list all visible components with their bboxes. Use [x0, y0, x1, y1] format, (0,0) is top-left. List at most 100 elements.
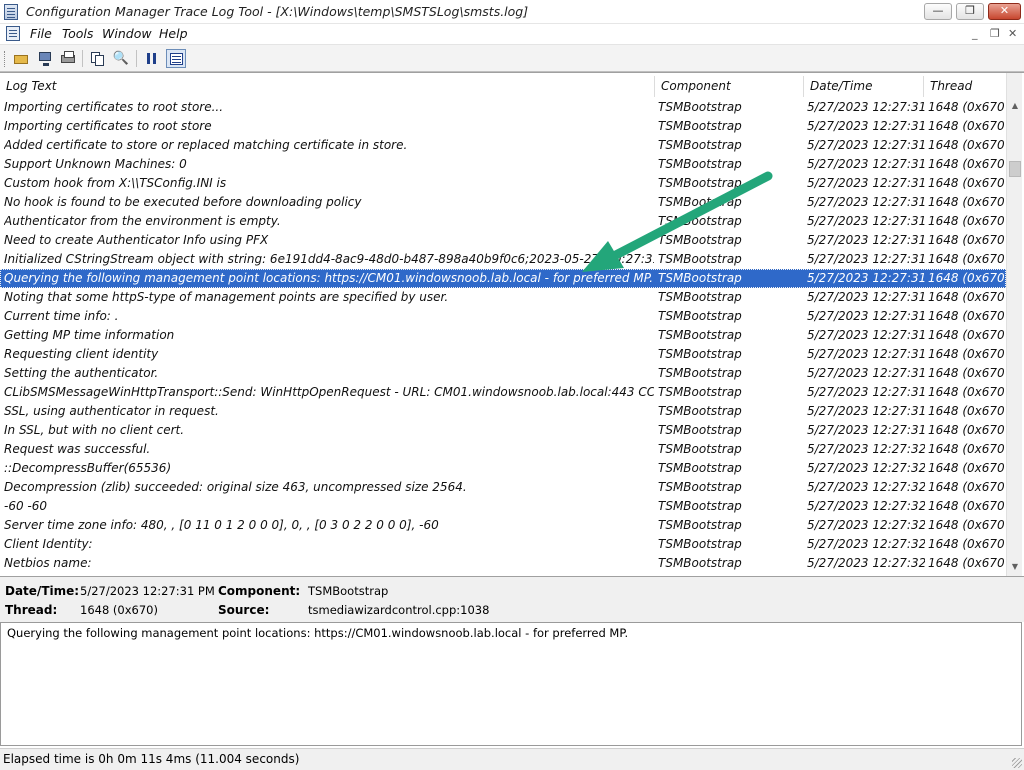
status-bar: Elapsed time is 0h 0m 11s 4ms (11.004 se… — [0, 748, 1024, 770]
detail-thread-label: Thread: — [5, 603, 58, 617]
thread-cell: 1648 (0x670) — [928, 138, 1004, 152]
menu-tools[interactable]: Tools — [62, 26, 93, 41]
component-cell: TSMBootstrap — [658, 252, 742, 266]
log-text-cell: Added certificate to store or replaced m… — [4, 138, 408, 152]
thread-cell: 1648 (0x670) — [928, 328, 1004, 342]
computer-icon[interactable] — [35, 49, 55, 68]
detail-thread-value: 1648 (0x670) — [80, 603, 158, 617]
menu-file[interactable]: File — [30, 26, 52, 41]
thread-cell: 1648 (0x670) — [928, 119, 1004, 133]
menu-help[interactable]: Help — [159, 26, 188, 41]
mdi-close-button[interactable]: ✕ — [1008, 27, 1017, 40]
mdi-minimize-button[interactable]: _ — [972, 27, 978, 40]
column-header: Log Text Component Date/Time Thread — [0, 76, 1006, 97]
column-thread[interactable]: Thread — [924, 76, 1006, 97]
datetime-cell: 5/27/2023 12:27:31 PM — [807, 404, 925, 418]
component-cell: TSMBootstrap — [658, 461, 742, 475]
detail-component-value: TSMBootstrap — [308, 584, 389, 598]
minimize-button[interactable]: — — [924, 3, 952, 20]
datetime-cell: 5/27/2023 12:27:31 PM — [807, 195, 925, 209]
log-row[interactable]: Decompression (zlib) succeeded: original… — [0, 478, 1006, 497]
log-row[interactable]: Initialized CStringStream object with st… — [0, 250, 1006, 269]
scroll-down-icon[interactable]: ▼ — [1007, 559, 1023, 575]
document-icon[interactable] — [6, 26, 20, 41]
log-text-cell: Netbios name: — [4, 556, 92, 570]
highlight-icon[interactable] — [166, 49, 186, 68]
log-text-cell: Current time info: . — [4, 309, 119, 323]
log-row[interactable]: Requesting client identity TSMBootstrap 5/… — [0, 345, 1006, 364]
column-log-text[interactable]: Log Text — [0, 76, 655, 97]
component-cell: TSMBootstrap — [658, 290, 742, 304]
log-row-selected[interactable]: Querying the following management point … — [0, 269, 1006, 288]
detail-source-value: tsmediawizardcontrol.cpp:1038 — [308, 603, 490, 617]
scroll-up-icon[interactable]: ▲ — [1007, 98, 1023, 114]
log-row[interactable]: Custom hook from X:\\TSConfig.INI is TSMB… — [0, 174, 1006, 193]
datetime-cell: 5/27/2023 12:27:31 PM — [807, 423, 925, 437]
log-row[interactable]: Client Identity: TSMBootstrap 5/27/2023 12… — [0, 535, 1006, 554]
component-cell: TSMBootstrap — [658, 480, 742, 494]
log-row[interactable]: Noting that some httpS-type of managemen… — [0, 288, 1006, 307]
resize-grip-icon[interactable] — [1012, 758, 1022, 768]
log-text-cell: ::DecompressBuffer(65536) — [4, 461, 172, 475]
mdi-restore-button[interactable]: ❐ — [990, 27, 1000, 40]
open-folder-icon[interactable] — [11, 49, 31, 68]
log-row[interactable]: Server time zone info: 480, , [0 11 0 1 … — [0, 516, 1006, 535]
log-list[interactable]: Log Text Component Date/Time Thread Impo… — [0, 72, 1024, 576]
app-icon — [4, 4, 18, 20]
log-row[interactable]: Need to create Authenticator Info using … — [0, 231, 1006, 250]
log-row[interactable]: No hook is found to be executed before d… — [0, 193, 1006, 212]
log-row[interactable]: Added certificate to store or replaced m… — [0, 136, 1006, 155]
component-cell: TSMBootstrap — [658, 423, 742, 437]
log-text-cell: Noting that some httpS-type of managemen… — [4, 290, 449, 304]
log-row[interactable]: ::DecompressBuffer(65536) TSMBootstrap 5/2… — [0, 459, 1006, 478]
component-cell: TSMBootstrap — [658, 537, 742, 551]
column-component[interactable]: Component — [655, 76, 804, 97]
copy-icon[interactable] — [88, 49, 108, 68]
log-row[interactable]: -60 -60 TSMBootstrap 5/27/2023 12:27:32 PM… — [0, 497, 1006, 516]
log-row[interactable]: Support Unknown Machines: 0 TSMBootstrap 5… — [0, 155, 1006, 174]
toolbar-grip[interactable] — [4, 51, 7, 67]
log-text-cell: Querying the following management point … — [4, 271, 654, 285]
details-panel: Date/Time: 5/27/2023 12:27:31 PM Compone… — [0, 576, 1024, 622]
log-row[interactable]: Importing certificates to root store TSMB… — [0, 117, 1006, 136]
close-button[interactable]: ✕ — [988, 3, 1021, 20]
log-text-cell: -60 -60 — [4, 499, 48, 513]
thread-cell: 1648 (0x670) — [928, 252, 1004, 266]
column-date-time[interactable]: Date/Time — [804, 76, 924, 97]
print-icon[interactable] — [58, 49, 78, 68]
thread-cell: 1648 (0x670) — [928, 461, 1004, 475]
thread-cell: 1648 (0x670) — [928, 157, 1004, 171]
log-row[interactable]: Netbios name: TSMBootstrap 5/27/2023 12:27… — [0, 554, 1006, 573]
find-icon[interactable]: 🔍 — [111, 49, 131, 68]
log-row[interactable]: Getting MP time information TSMBootstrap 5… — [0, 326, 1006, 345]
title-bar: Configuration Manager Trace Log Tool - [… — [0, 0, 1024, 24]
toolbar-separator — [82, 50, 83, 67]
datetime-cell: 5/27/2023 12:27:31 PM — [807, 366, 925, 380]
datetime-cell: 5/27/2023 12:27:31 PM — [807, 214, 925, 228]
maximize-button[interactable]: ❐ — [956, 3, 984, 20]
message-text-area[interactable]: Querying the following management point … — [0, 622, 1022, 746]
menu-window[interactable]: Window — [102, 26, 152, 41]
log-text-cell: Decompression (zlib) succeeded: original… — [4, 480, 467, 494]
datetime-cell: 5/27/2023 12:27:31 PM — [807, 328, 925, 342]
detail-component-label: Component: — [218, 584, 301, 598]
log-row[interactable]: Authenticator from the environment is em… — [0, 212, 1006, 231]
window-title: Configuration Manager Trace Log Tool - [… — [26, 4, 529, 19]
thread-cell: 1648 (0x670) — [928, 537, 1004, 551]
scroll-thumb[interactable] — [1009, 161, 1021, 177]
log-row[interactable]: SSL, using authenticator in request. TSMB… — [0, 402, 1006, 421]
log-text-cell: Requesting client identity — [4, 347, 159, 361]
log-row[interactable]: Importing certificates to root store... T… — [0, 98, 1006, 117]
log-row[interactable]: CLibSMSMessageWinHttpTransport::Send: Wi… — [0, 383, 1006, 402]
log-row[interactable]: Request was successful. TSMBootstrap 5/27/… — [0, 440, 1006, 459]
pause-icon[interactable] — [142, 49, 162, 68]
component-cell: TSMBootstrap — [658, 328, 742, 342]
datetime-cell: 5/27/2023 12:27:31 PM — [807, 157, 925, 171]
toolbar: 🔍 — [0, 44, 1024, 72]
log-row[interactable]: Setting the authenticator. TSMBootstrap 5/… — [0, 364, 1006, 383]
vertical-scrollbar[interactable]: ▲ ▼ — [1006, 73, 1022, 576]
thread-cell: 1648 (0x670) — [928, 195, 1004, 209]
log-row[interactable]: Current time info: . TSMBootstrap 5/27/202… — [0, 307, 1006, 326]
log-row[interactable]: In SSL, but with no client cert. TSMBoots… — [0, 421, 1006, 440]
log-text-cell: Client Identity: — [4, 537, 93, 551]
